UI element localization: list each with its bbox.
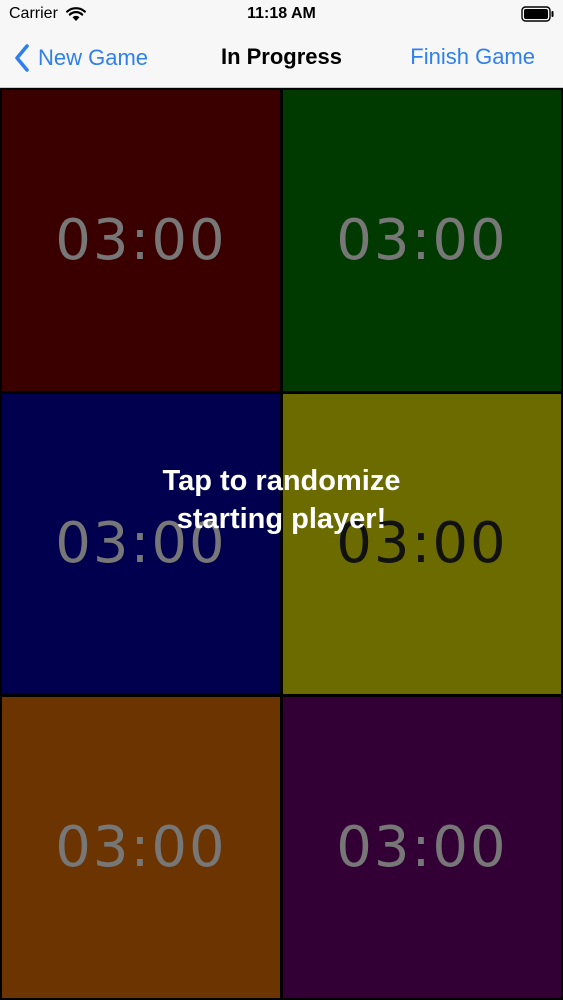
status-time: 11:18 AM	[247, 5, 316, 22]
player-timer: 03:00	[336, 815, 508, 881]
player-timer: 03:00	[55, 207, 227, 273]
status-bar: Carrier 11:18 AM	[0, 0, 563, 30]
player-timer: 03:00	[336, 207, 508, 273]
player-timer: 03:00	[336, 511, 508, 577]
player-tile-3[interactable]: 03:00	[2, 393, 280, 695]
player-tile-5[interactable]: 03:00	[2, 697, 280, 998]
finish-game-button[interactable]: Finish Game	[410, 44, 535, 70]
navigation-bar: New Game In Progress Finish Game	[0, 30, 563, 87]
player-tile-1[interactable]: 03:00	[2, 90, 280, 391]
player-tile-4[interactable]: 03:00	[283, 393, 561, 695]
game-screen: Carrier 11:18 AM New Game In Progress Fi…	[0, 0, 563, 1000]
player-tile-2[interactable]: 03:00	[283, 90, 561, 391]
top-chrome: Carrier 11:18 AM New Game In Progress Fi…	[0, 0, 563, 88]
player-timer: 03:00	[55, 511, 227, 577]
battery-icon	[521, 6, 554, 22]
player-timer-grid: 03:00 03:00 03:00 03:00 03:00 03:00	[0, 88, 563, 1000]
player-timer: 03:00	[55, 815, 227, 881]
player-tile-6[interactable]: 03:00	[283, 697, 561, 998]
